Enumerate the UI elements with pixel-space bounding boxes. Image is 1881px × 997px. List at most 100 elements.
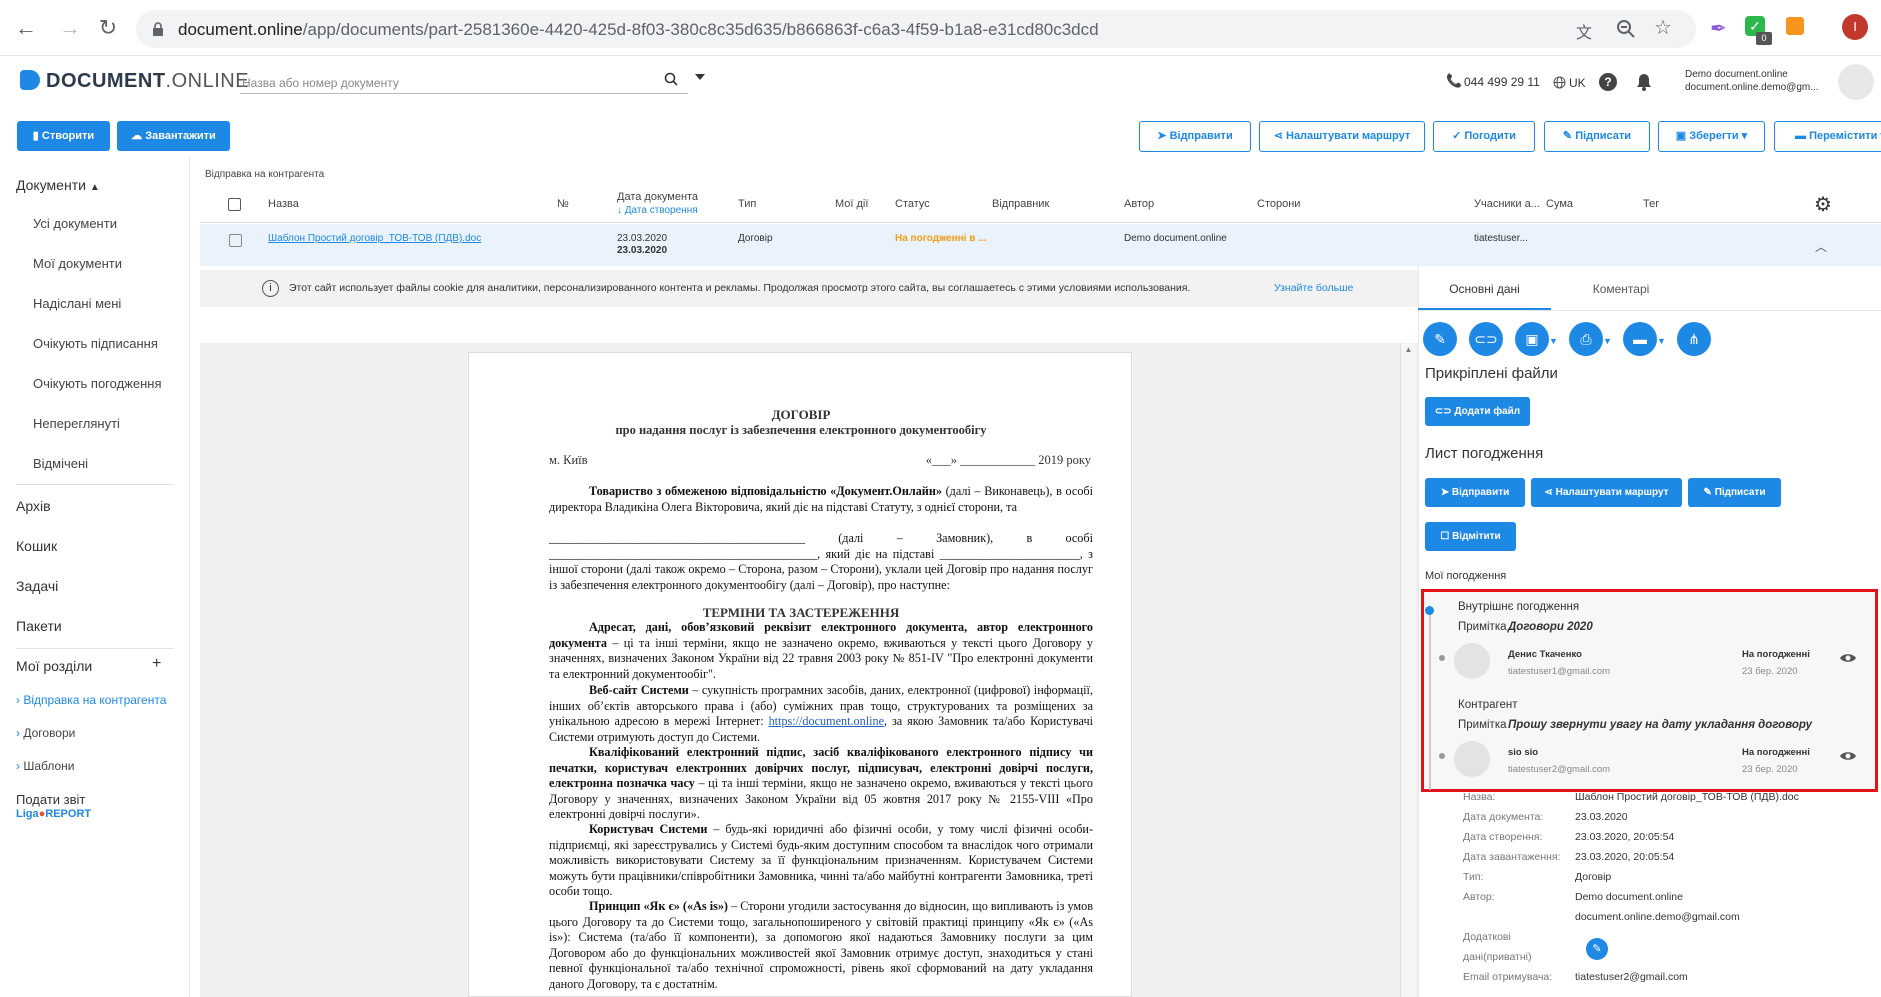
col-name[interactable]: Назва: [268, 198, 299, 210]
sidebar-packages[interactable]: Пакети: [16, 618, 62, 634]
sidebar-item-await-approve[interactable]: Очікують погодження: [33, 376, 162, 391]
report-label[interactable]: Подати звіт: [16, 792, 85, 807]
create-button[interactable]: ▮ Створити: [17, 121, 110, 151]
table-row[interactable]: [200, 224, 1881, 266]
doc-section-title: ТЕРМІНИ ТА ЗАСТЕРЕЖЕННЯ: [702, 605, 900, 620]
chevron-down-icon[interactable]: ▼: [1603, 336, 1612, 346]
panel-sign-button[interactable]: ✎ Підписати: [1688, 478, 1781, 507]
attached-files-title: Прикріплені файли: [1425, 365, 1558, 382]
approver-email: tiatestuser2@gmail.com: [1508, 764, 1611, 775]
select-all-checkbox[interactable]: [228, 198, 241, 211]
link-icon[interactable]: ⊂⊃: [1469, 322, 1503, 356]
detail-author: Demo document.online: [1575, 891, 1683, 903]
chevron-down-icon[interactable]: ▼: [1657, 336, 1666, 346]
add-file-button[interactable]: ⊂⊃ Додати файл: [1425, 397, 1530, 426]
detail-name-label: Назва:: [1463, 791, 1496, 803]
mark-button[interactable]: ☐ Відмітити: [1425, 522, 1516, 551]
row-checkbox[interactable]: [229, 234, 242, 247]
sidebar-item-unviewed[interactable]: Непереглянуті: [33, 416, 120, 431]
send-button[interactable]: ➤ Відправити: [1139, 121, 1251, 152]
route-icon[interactable]: ⋔: [1677, 322, 1711, 356]
sidebar-item-all[interactable]: Усі документи: [33, 216, 117, 231]
sidebar-tasks[interactable]: Задачі: [16, 578, 58, 594]
address-bar[interactable]: document.online/app/documents/part-25813…: [136, 10, 1696, 48]
approve-button[interactable]: ✓ Погодити: [1433, 121, 1535, 152]
user-avatar[interactable]: [1838, 64, 1874, 100]
edit-extra-data-icon[interactable]: ✎: [1586, 938, 1608, 960]
sidebar-sub-item-templates[interactable]: › Шаблони: [16, 759, 75, 773]
help-icon[interactable]: ?: [1599, 73, 1617, 91]
gear-icon[interactable]: ⚙: [1814, 192, 1832, 217]
col-sum[interactable]: Сума: [1546, 198, 1573, 210]
sidebar-sub-item-contracts[interactable]: › Договори: [16, 726, 75, 740]
col-actions[interactable]: Мої дії: [835, 198, 868, 210]
file-plus-icon: ▮: [32, 130, 42, 142]
move-button[interactable]: ▬ Перемістити ▾: [1774, 121, 1881, 152]
forward-icon[interactable]: →: [56, 14, 84, 42]
bag-extension-icon[interactable]: [1786, 17, 1804, 35]
col-date-sort[interactable]: ↓ Дата створення: [617, 205, 698, 216]
back-icon[interactable]: ←: [12, 14, 40, 42]
sidebar-documents[interactable]: Документи ▲: [16, 177, 100, 193]
row-author: Demo document.online: [1124, 233, 1227, 244]
col-type[interactable]: Тип: [738, 198, 756, 210]
doc-link[interactable]: https://document.online: [769, 714, 884, 728]
col-date[interactable]: Дата документа: [617, 191, 698, 203]
col-sender[interactable]: Відправник: [992, 198, 1049, 210]
breadcrumb[interactable]: Відправка на контрагента: [205, 169, 324, 180]
sidebar-item-await-sign[interactable]: Очікують підписання: [33, 336, 158, 351]
sidebar-trash[interactable]: Кошик: [16, 538, 57, 554]
col-parties[interactable]: Сторони: [1257, 198, 1300, 210]
col-number[interactable]: №: [557, 198, 569, 210]
logo[interactable]: DOCUMENT.ONLINE: [20, 70, 249, 93]
detail-type: Договір: [1575, 871, 1612, 883]
chevron-down-icon[interactable]: ▼: [1549, 336, 1558, 346]
eye-icon[interactable]: [1839, 652, 1857, 664]
sign-button[interactable]: ✎ Підписати: [1544, 121, 1650, 152]
sidebar-item-marked[interactable]: Відмічені: [33, 456, 88, 471]
translate-icon[interactable]: 文: [1576, 19, 1592, 43]
language-selector[interactable]: UK: [1569, 76, 1586, 90]
search-icon[interactable]: [664, 72, 678, 86]
folder-icon[interactable]: ▬: [1623, 322, 1657, 356]
col-participants[interactable]: Учасники а...: [1474, 198, 1540, 210]
star-icon[interactable]: ☆: [1654, 15, 1672, 40]
reload-icon[interactable]: ↻: [94, 14, 122, 42]
print-icon[interactable]: ⎙: [1569, 322, 1603, 356]
sidebar-item-received[interactable]: Надіслані мені: [33, 296, 121, 311]
col-tag[interactable]: Тег: [1643, 198, 1659, 210]
route-button[interactable]: ⋖ Налаштувати маршрут: [1259, 121, 1425, 152]
col-author[interactable]: Автор: [1124, 198, 1154, 210]
profile-avatar[interactable]: I: [1842, 14, 1868, 40]
col-status[interactable]: Статус: [895, 198, 930, 210]
sidebar-sub-item-sending[interactable]: › Відправка на контрагента: [16, 693, 166, 707]
zoom-icon[interactable]: [1616, 19, 1636, 39]
pen-extension-icon[interactable]: ✒: [1710, 16, 1727, 41]
tab-main-data[interactable]: Основні дані: [1418, 270, 1551, 310]
panel-send-button[interactable]: ➤ Відправити: [1425, 478, 1525, 507]
upload-button[interactable]: ☁ Завантажити: [117, 121, 230, 151]
cookie-learn-more-link[interactable]: Узнайте больше: [1274, 282, 1353, 294]
eye-icon[interactable]: [1839, 750, 1857, 762]
phone-number[interactable]: 044 499 29 11: [1464, 75, 1540, 89]
sidebar-item-my[interactable]: Мої документи: [33, 256, 122, 271]
viewer-scrollbar[interactable]: ▲: [1400, 343, 1416, 997]
add-section-icon[interactable]: +: [152, 655, 161, 673]
save-icon[interactable]: ▣: [1515, 322, 1549, 356]
scroll-up-icon[interactable]: ▲: [1401, 345, 1416, 354]
sidebar-my-sections[interactable]: Мої розділи: [16, 658, 92, 674]
sidebar-archive[interactable]: Архів: [16, 498, 51, 514]
doc-title: ДОГОВІР: [771, 407, 831, 422]
search-input[interactable]: Назва або номер документу: [240, 68, 688, 94]
search-dropdown-icon[interactable]: [695, 74, 705, 80]
bell-icon[interactable]: [1636, 73, 1652, 91]
row-name-link[interactable]: Шаблон Простий договір_ТОВ-ТОВ (ПДВ).doc: [268, 233, 481, 244]
edit-icon[interactable]: ✎: [1423, 322, 1457, 356]
folder-icon: ▬: [1795, 130, 1810, 142]
liga-report-logo[interactable]: Liga●REPORT: [16, 808, 91, 820]
approval-note-label: Примітка: [1458, 621, 1507, 633]
tab-comments[interactable]: Коментарі: [1551, 270, 1691, 310]
collapse-icon[interactable]: ︿: [1815, 238, 1827, 255]
save-button[interactable]: ▣ Зберегти ▾: [1658, 121, 1765, 152]
panel-route-button[interactable]: ⋖ Налаштувати маршрут: [1531, 478, 1682, 507]
